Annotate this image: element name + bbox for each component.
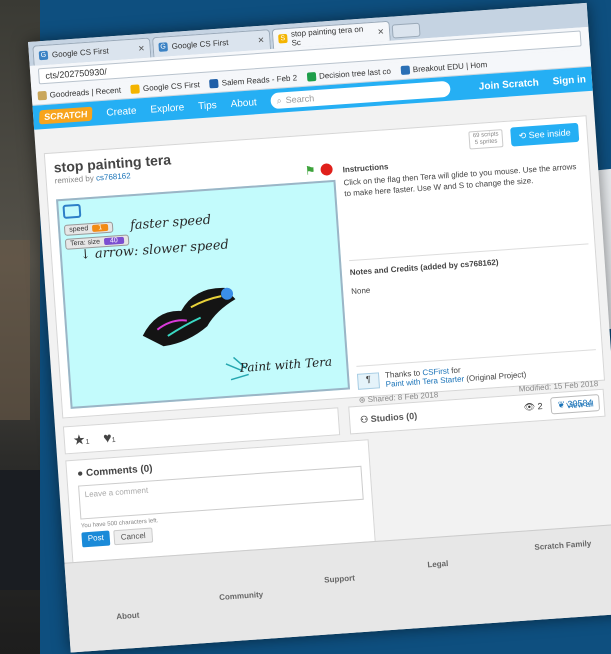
nav-explore[interactable]: Explore xyxy=(150,102,185,115)
original-project-thumbnail[interactable]: ¶ xyxy=(356,372,381,390)
footer-about[interactable]: About xyxy=(116,611,140,622)
footer-support[interactable]: Support xyxy=(324,574,355,585)
cancel-button[interactable]: Cancel xyxy=(113,527,154,546)
photo-light-reflection xyxy=(0,240,30,420)
join-scratch-link[interactable]: Join Scratch xyxy=(478,77,539,92)
remix-author-link[interactable]: cs768162 xyxy=(96,171,131,182)
project-left-column: stop painting tera remixed by cs768162 ⚑ xyxy=(53,140,334,185)
instructions-text: Click on the flag then Tera will glide t… xyxy=(343,160,589,262)
project-top-buttons: 69 scripts 5 sprites ⟲ See inside xyxy=(468,122,580,150)
star-icon: ★ xyxy=(72,430,86,448)
tera-sprite xyxy=(142,287,236,347)
breakout-edu-icon xyxy=(400,65,411,76)
views-count: 👁 2 xyxy=(523,401,543,413)
comment-bubble-icon: ● xyxy=(76,468,84,480)
modified-date: Modified: 15 Feb 2018 xyxy=(518,379,599,394)
notes-section: Notes and Credits (added by cs768162) No… xyxy=(349,250,596,367)
browser-screen: G Google CS First ✕ G Google CS First ✕ … xyxy=(28,2,611,653)
shared-date: ⊛ Shared: 8 Feb 2018 xyxy=(358,390,439,405)
hint-faster-speed: faster speed xyxy=(129,212,212,234)
favorite-button[interactable]: ★1 xyxy=(72,430,90,448)
tab-label: Google CS First xyxy=(171,38,229,51)
size-value: 40 xyxy=(103,236,125,246)
bookmark-decision-tree[interactable]: Decision tree last co xyxy=(306,67,391,82)
project-card: stop painting tera remixed by cs768162 ⚑… xyxy=(43,115,606,419)
stage-controls: ⚑ xyxy=(304,162,334,178)
remix-count[interactable]: ❦ 30584 xyxy=(549,394,601,415)
sheets-icon xyxy=(306,72,317,82)
nav-about[interactable]: About xyxy=(230,97,257,110)
post-button[interactable]: Post xyxy=(81,530,111,548)
footer-community[interactable]: Community xyxy=(219,590,264,602)
nav-create[interactable]: Create xyxy=(106,105,137,118)
stop-icon[interactable] xyxy=(320,163,334,176)
close-tab-icon[interactable]: ✕ xyxy=(138,44,145,53)
close-tab-icon[interactable]: ✕ xyxy=(377,27,384,36)
eye-icon: 👁 xyxy=(523,401,536,413)
scripts-sprites-badge: 69 scripts 5 sprites xyxy=(468,128,504,149)
sign-in-link[interactable]: Sign in xyxy=(552,74,586,87)
project-stage[interactable]: speed 1 Tera: size 40 faster speed ↓ arr… xyxy=(56,179,351,409)
fullscreen-icon[interactable] xyxy=(62,203,82,219)
new-tab-button[interactable] xyxy=(391,22,421,39)
footer-legal[interactable]: Legal xyxy=(427,559,448,569)
remix-tree-icon: ❦ xyxy=(557,399,566,410)
speed-value: 1 xyxy=(91,223,109,232)
scratch-logo[interactable]: SCRATCH xyxy=(39,106,93,125)
google-icon: G xyxy=(158,42,168,52)
goodreads-icon xyxy=(37,90,48,101)
scratch-icon: S xyxy=(278,33,288,44)
project-info-column: Instructions Click on the flag then Tera… xyxy=(342,149,601,428)
green-flag-icon[interactable]: ⚑ xyxy=(304,163,316,178)
love-button[interactable]: ♥1 xyxy=(103,429,116,446)
remix-arrows-icon: ⟲ xyxy=(518,130,527,141)
share-icon: ⊛ xyxy=(358,395,366,405)
bookmark-goodreads[interactable]: Goodreads | Recent xyxy=(37,86,121,101)
see-inside-button[interactable]: ⟲ See inside xyxy=(510,122,580,147)
nav-tips[interactable]: Tips xyxy=(198,100,217,112)
bookmark-breakout-edu[interactable]: Breakout EDU | Hom xyxy=(400,60,488,76)
project-page: stop painting tera remixed by cs768162 ⚑… xyxy=(43,115,611,585)
tab-label: Google CS First xyxy=(51,46,110,60)
photo-laptop-edge xyxy=(0,470,40,590)
google-icon: G xyxy=(38,50,49,61)
search-icon: ⌕ xyxy=(276,94,282,106)
footer-scratch-family[interactable]: Scratch Family xyxy=(534,539,591,552)
bookmark-google-cs-first[interactable]: Google CS First xyxy=(130,80,200,94)
salem-reads-icon xyxy=(209,78,220,89)
speed-variable-monitor: speed 1 xyxy=(63,221,114,236)
cs-first-icon xyxy=(130,84,141,94)
bookmark-salem-reads[interactable]: Salem Reads - Feb 2 xyxy=(209,73,297,89)
close-tab-icon[interactable]: ✕ xyxy=(257,36,264,45)
